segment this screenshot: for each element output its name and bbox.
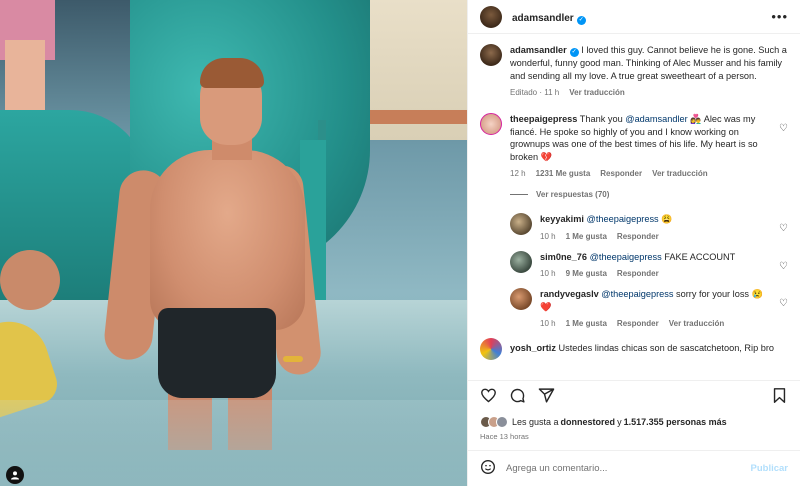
- background-child: [0, 250, 60, 310]
- replies-divider: [510, 194, 528, 195]
- more-options-icon[interactable]: •••: [771, 9, 788, 24]
- likes-middle: y: [617, 417, 622, 427]
- comments-feed[interactable]: adamsandler ✓ I loved this guy. Cannot be…: [468, 34, 800, 380]
- post-comment-button[interactable]: Publicar: [751, 463, 789, 474]
- reply-translate-link[interactable]: Ver traducción: [669, 319, 725, 328]
- view-replies-button[interactable]: Ver respuestas (70): [510, 190, 788, 199]
- post-image[interactable]: [0, 0, 467, 486]
- comment-translate-link[interactable]: Ver traducción: [652, 169, 708, 178]
- caption-edited: Editado · 11 h: [510, 88, 560, 97]
- likers-avatar-stack: [480, 416, 508, 428]
- comment-avatar[interactable]: [480, 338, 502, 360]
- background-person-legs: [5, 40, 45, 110]
- caption-avatar[interactable]: [480, 44, 502, 66]
- reply-text-block: sim0ne_76 @theepaigepress FAKE ACCOUNT: [540, 251, 771, 264]
- comment-text: Thank you: [579, 114, 626, 124]
- caption: adamsandler ✓ I loved this guy. Cannot be…: [480, 44, 788, 97]
- reply-time: 10 h: [540, 231, 556, 241]
- reply-text: 😩: [658, 214, 673, 224]
- emoji-icon[interactable]: [480, 459, 496, 478]
- reply-reply-button[interactable]: Responder: [617, 232, 659, 241]
- man-wristband: [283, 356, 303, 362]
- reply-avatar[interactable]: [510, 288, 532, 310]
- water-splash: [0, 400, 467, 486]
- author-name-block: adamsandler ✓: [512, 8, 586, 26]
- comment-avatar[interactable]: [480, 113, 502, 135]
- share-icon[interactable]: [538, 387, 555, 409]
- reply-meta: 10 h 1 Me gusta Responder: [540, 232, 771, 241]
- comment-icon[interactable]: [509, 387, 526, 409]
- comment-input[interactable]: Agrega un comentario...: [506, 463, 607, 474]
- reply-username[interactable]: keyyakimi: [540, 214, 584, 224]
- reply-like-heart-icon[interactable]: ♡: [779, 251, 788, 279]
- add-comment-bar: Agrega un comentario... Publicar: [468, 450, 800, 486]
- reply-reply-button[interactable]: Responder: [617, 319, 659, 328]
- reply-mention[interactable]: @theepaigepress: [587, 214, 659, 224]
- reply-time: 10 h: [540, 319, 556, 328]
- comment-username[interactable]: theepaigepress: [510, 114, 577, 124]
- user-tag-icon[interactable]: [6, 466, 24, 484]
- bookmark-icon[interactable]: [771, 387, 788, 409]
- caption-text-block: adamsandler ✓ I loved this guy. Cannot be…: [510, 44, 788, 82]
- man-swim-shorts: [158, 308, 276, 398]
- heart-icon[interactable]: [480, 387, 497, 409]
- man-hair: [200, 58, 264, 88]
- caption-meta: Editado · 11 h Ver traducción: [510, 88, 788, 97]
- reply-reply-button[interactable]: Responder: [617, 269, 659, 278]
- post-timestamp: Hace 13 horas: [480, 432, 529, 441]
- comment-like-heart-icon[interactable]: ♡: [779, 113, 788, 178]
- verified-badge-icon: ✓: [576, 15, 586, 25]
- comment: theepaigepress Thank you @adamsandler 👩‍…: [480, 113, 788, 178]
- comment-reply-button[interactable]: Responder: [600, 169, 642, 178]
- comment-username[interactable]: yosh_ortiz: [510, 343, 556, 353]
- post-actions-bar: [468, 380, 800, 414]
- author-username[interactable]: adamsandler: [512, 13, 574, 24]
- reply-time: 10 h: [540, 269, 556, 278]
- reply-avatar[interactable]: [510, 250, 532, 273]
- likes-user[interactable]: donnestored: [561, 417, 616, 427]
- reply-mention[interactable]: @theepaigepress: [601, 289, 673, 299]
- verified-badge-icon: ✓: [569, 48, 579, 57]
- comment-meta: 12 h 1231 Me gusta Responder Ver traducc…: [510, 169, 771, 178]
- reply-avatar[interactable]: [510, 213, 532, 235]
- reply-text-block: keyyakimi @theepaigepress 😩: [540, 213, 771, 226]
- reply-text: FAKE ACCOUNT: [661, 251, 736, 262]
- reply-text-block: randyvegaslv @theepaigepress sorry for y…: [540, 288, 771, 313]
- comment-time: 12 h: [510, 169, 526, 178]
- reply-item: sim0ne_76 @theepaigepress FAKE ACCOUNT 1…: [510, 250, 788, 279]
- reply-like-heart-icon[interactable]: ♡: [779, 213, 788, 241]
- comment-text-block: theepaigepress Thank you @adamsandler 👩‍…: [510, 113, 771, 163]
- instagram-post-view: adamsandler ✓ ••• adamsandler ✓ I loved th…: [0, 0, 800, 486]
- likes-prefix: Les gusta a: [512, 417, 559, 427]
- comment: yosh_ortiz Ustedes lindas chicas son de …: [480, 338, 788, 360]
- comment-likes[interactable]: 1231 Me gusta: [536, 169, 591, 178]
- liker-avatar: [496, 416, 508, 428]
- post-side-panel: adamsandler ✓ ••• adamsandler ✓ I loved th…: [467, 0, 800, 486]
- reply-meta: 10 h 1 Me gusta Responder Ver traducción: [540, 319, 771, 328]
- reply-username[interactable]: randyvegaslv: [540, 289, 599, 299]
- reply-username[interactable]: sim0ne_76: [540, 252, 587, 262]
- view-replies-label: Ver respuestas (70): [536, 190, 610, 199]
- reply-likes[interactable]: 1 Me gusta: [566, 232, 607, 241]
- comment-mention[interactable]: @adamsandler: [625, 114, 687, 124]
- likes-summary[interactable]: Les gusta a donnestored y 1.517.355 pers…: [468, 414, 800, 430]
- reply-item: keyyakimi @theepaigepress 😩 10 h 1 Me gu…: [510, 213, 788, 241]
- reply-meta: 10 h 9 Me gusta Responder: [540, 269, 771, 278]
- likes-count[interactable]: 1.517.355 personas más: [624, 417, 727, 427]
- post-header: adamsandler ✓ •••: [468, 0, 800, 34]
- comment-text-block: yosh_ortiz Ustedes lindas chicas son de …: [510, 338, 774, 360]
- reply-likes[interactable]: 9 Me gusta: [566, 269, 607, 278]
- reply-item: randyvegaslv @theepaigepress sorry for y…: [510, 288, 788, 328]
- caption-translate-link[interactable]: Ver traducción: [569, 88, 625, 97]
- comment-text: Ustedes lindas chicas son de sascatcheto…: [558, 343, 775, 353]
- reply-mention[interactable]: @theepaigepress: [590, 252, 662, 262]
- author-avatar[interactable]: [480, 5, 502, 28]
- man-torso: [150, 150, 305, 330]
- reply-likes[interactable]: 1 Me gusta: [566, 319, 607, 328]
- caption-username[interactable]: adamsandler: [510, 45, 567, 55]
- reply-like-heart-icon[interactable]: ♡: [779, 288, 788, 328]
